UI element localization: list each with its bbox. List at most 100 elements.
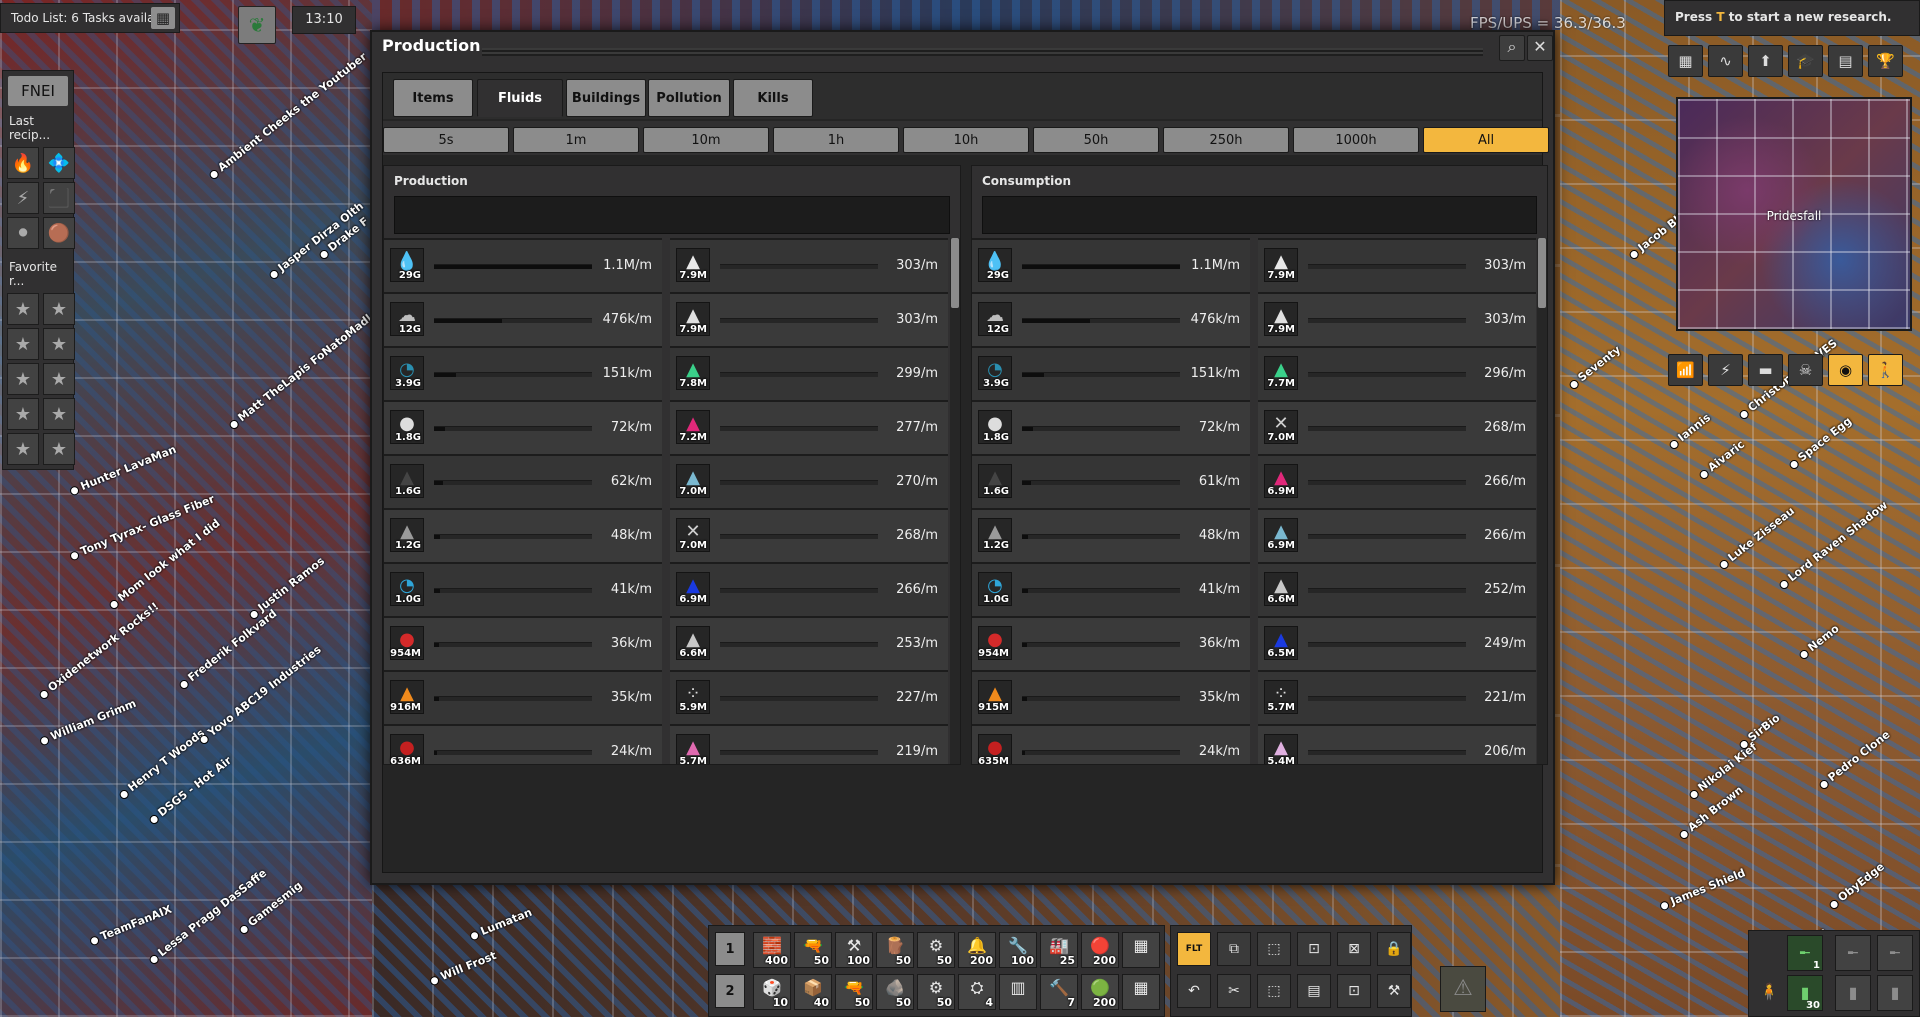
list-item[interactable]: ✕ 7.0M 268/m xyxy=(670,508,948,562)
list-item[interactable]: ⁘ 5.9M 227/m xyxy=(670,670,948,724)
todo-list[interactable]: Todo List: 6 Tasks available ▦ xyxy=(0,3,180,33)
time-range-10m[interactable]: 10m xyxy=(643,127,769,153)
list-item[interactable]: ▲ 915M 35k/m xyxy=(972,670,1250,724)
toggle-electric-button[interactable]: ⚡ xyxy=(1708,354,1743,386)
list-item[interactable]: 💧 29G 1.1M/m xyxy=(384,238,662,292)
quickbar-slot[interactable]: 🏭 25 xyxy=(1040,932,1078,968)
research-prompt[interactable]: Press T to start a new research. xyxy=(1664,0,1920,36)
quickbar-slot[interactable]: 🔫 50 xyxy=(835,974,873,1010)
repair-tool[interactable]: ⚒ xyxy=(1377,974,1411,1008)
list-item[interactable]: ● 636M 24k/m xyxy=(384,724,662,764)
list-item[interactable]: ▲ 5.4M 206/m xyxy=(1258,724,1536,764)
ammo-slot-1[interactable]: ▮ 30 xyxy=(1787,975,1823,1011)
list-item[interactable]: ▲ 6.5M 249/m xyxy=(1258,616,1536,670)
list-item[interactable]: ▲ 1.2G 48k/m xyxy=(384,508,662,562)
quickbar-slot[interactable]: 🪨 50 xyxy=(876,974,914,1010)
quickbar-slot[interactable]: 🪵 50 xyxy=(876,932,914,968)
alert-button[interactable]: ⚠ xyxy=(1440,966,1486,1012)
tab-kills[interactable]: Kills xyxy=(733,79,813,117)
quickbar-page-2-button[interactable]: 2 xyxy=(715,974,745,1008)
quickbar-slot[interactable]: 📦 40 xyxy=(794,974,832,1010)
cut-tool[interactable]: ✂ xyxy=(1217,974,1251,1008)
inventory-button[interactable]: ▤ xyxy=(1828,45,1863,77)
quickbar-page-1-button[interactable]: 1 xyxy=(715,932,745,966)
consumption-scrollbar-thumb[interactable] xyxy=(1538,238,1546,308)
list-item[interactable]: ▲ 7.9M 303/m xyxy=(1258,292,1536,346)
production-scrollbar[interactable] xyxy=(950,238,960,764)
last-recipe-slot[interactable]: 💠 xyxy=(43,147,75,179)
time-range-10h[interactable]: 10h xyxy=(903,127,1029,153)
list-item[interactable]: ▲ 1.6G 62k/m xyxy=(384,454,662,508)
list-item[interactable]: ▲ 7.7M 296/m xyxy=(1258,346,1536,400)
time-range-1000h[interactable]: 1000h xyxy=(1293,127,1419,153)
select-tool[interactable]: ⬚ xyxy=(1257,932,1291,966)
time-range-250h[interactable]: 250h xyxy=(1163,127,1289,153)
list-item[interactable]: ● 954M 36k/m xyxy=(384,616,662,670)
list-item[interactable]: ▲ 7.9M 303/m xyxy=(670,238,948,292)
time-range-All[interactable]: All xyxy=(1423,127,1549,153)
list-item[interactable]: ▲ 7.9M 303/m xyxy=(1258,238,1536,292)
quickbar-slot[interactable]: ▦ xyxy=(1122,932,1160,968)
list-item[interactable]: ▲ 6.9M 266/m xyxy=(1258,454,1536,508)
favorite-star-icon[interactable]: ★ xyxy=(43,398,75,430)
list-item[interactable]: ✕ 7.0M 268/m xyxy=(1258,400,1536,454)
quickbar-slot[interactable]: 🔨 7 xyxy=(1040,974,1078,1010)
quickbar-slot[interactable]: 🟢 200 xyxy=(1081,974,1119,1010)
list-item[interactable]: ▲ 1.6G 61k/m xyxy=(972,454,1250,508)
list-item[interactable]: ◔ 3.9G 151k/m xyxy=(384,346,662,400)
list-item[interactable]: ▲ 5.7M 219/m xyxy=(670,724,948,764)
last-recipe-slot[interactable]: ⬛ xyxy=(43,182,75,214)
list-item[interactable]: ● 1.8G 72k/m xyxy=(972,400,1250,454)
toggle-rail-button[interactable]: ▬ xyxy=(1748,354,1783,386)
gun-slot-2[interactable]: ╾ xyxy=(1835,935,1871,971)
favorite-star-icon[interactable]: ★ xyxy=(43,293,75,325)
toggle-enemies-button[interactable]: ☠ xyxy=(1788,354,1823,386)
list-item[interactable]: ☁ 12G 476k/m xyxy=(972,292,1250,346)
production-scrollbar-thumb[interactable] xyxy=(951,238,959,308)
quickbar-slot[interactable]: 🔫 50 xyxy=(794,932,832,968)
quickbar-slot[interactable]: 🔔 200 xyxy=(958,932,996,968)
list-item[interactable]: ◔ 1.0G 41k/m xyxy=(384,562,662,616)
tech-tree-button[interactable]: ⬆ xyxy=(1748,45,1783,77)
favorite-star-icon[interactable]: ★ xyxy=(43,363,75,395)
list-item[interactable]: ▲ 7.9M 303/m xyxy=(670,292,948,346)
list-item[interactable]: ▲ 7.2M 277/m xyxy=(670,400,948,454)
last-recipe-slot[interactable]: ⚡ xyxy=(7,182,39,214)
quickbar-slot[interactable]: ⚙ 50 xyxy=(917,974,955,1010)
toggle-network-button[interactable]: 📶 xyxy=(1668,354,1703,386)
ammo-slot-3[interactable]: ▮ xyxy=(1877,975,1913,1011)
list-item[interactable]: ◔ 3.9G 151k/m xyxy=(972,346,1250,400)
quickbar-slot[interactable]: 🎲 10 xyxy=(753,974,791,1010)
list-item[interactable]: ◔ 1.0G 41k/m xyxy=(972,562,1250,616)
last-recipe-slot[interactable]: 🔥 xyxy=(7,147,39,179)
player-avatar[interactable]: 🧍 xyxy=(1751,975,1787,1011)
consumption-graph[interactable] xyxy=(982,196,1537,234)
favorite-star-icon[interactable]: ★ xyxy=(7,398,39,430)
upgrade-tool[interactable]: ⬚ xyxy=(1257,974,1291,1008)
production-graph[interactable] xyxy=(394,196,950,234)
blueprint-tool[interactable]: ⊡ xyxy=(1297,932,1331,966)
list-item[interactable]: ☁ 12G 476k/m xyxy=(384,292,662,346)
quickbar-slot[interactable]: ⚒ 100 xyxy=(835,932,873,968)
research-button[interactable]: 🎓 xyxy=(1788,45,1823,77)
fnei-button[interactable]: FNEI xyxy=(8,76,68,106)
undo-tool[interactable]: ↶ xyxy=(1177,974,1211,1008)
blueprint-book-tool[interactable]: ▤ xyxy=(1297,974,1331,1008)
quickbar-slot[interactable]: 🔧 100 xyxy=(999,932,1037,968)
favorite-star-icon[interactable]: ★ xyxy=(7,328,39,360)
list-item[interactable]: ▲ 6.9M 266/m xyxy=(670,562,948,616)
time-range-1h[interactable]: 1h xyxy=(773,127,899,153)
quickbar-slot[interactable]: 🔴 200 xyxy=(1081,932,1119,968)
quickbar-slot[interactable]: ⛭ 4 xyxy=(958,974,996,1010)
list-item[interactable]: ▲ 6.9M 266/m xyxy=(1258,508,1536,562)
gun-slot-3[interactable]: ╾ xyxy=(1877,935,1913,971)
copy-tool[interactable]: ⧉ xyxy=(1217,932,1251,966)
map-view-button[interactable]: ▦ xyxy=(1668,45,1703,77)
toggle-pollution-button[interactable]: ◉ xyxy=(1828,354,1863,386)
list-item[interactable]: ▲ 7.8M 299/m xyxy=(670,346,948,400)
last-recipe-slot[interactable]: 🟤 xyxy=(43,217,75,249)
toggle-player-button[interactable]: 🚶 xyxy=(1868,354,1903,386)
tab-buildings[interactable]: Buildings xyxy=(566,79,646,117)
filter-tool[interactable]: FLT xyxy=(1177,932,1211,966)
list-item[interactable]: ● 635M 24k/m xyxy=(972,724,1250,764)
